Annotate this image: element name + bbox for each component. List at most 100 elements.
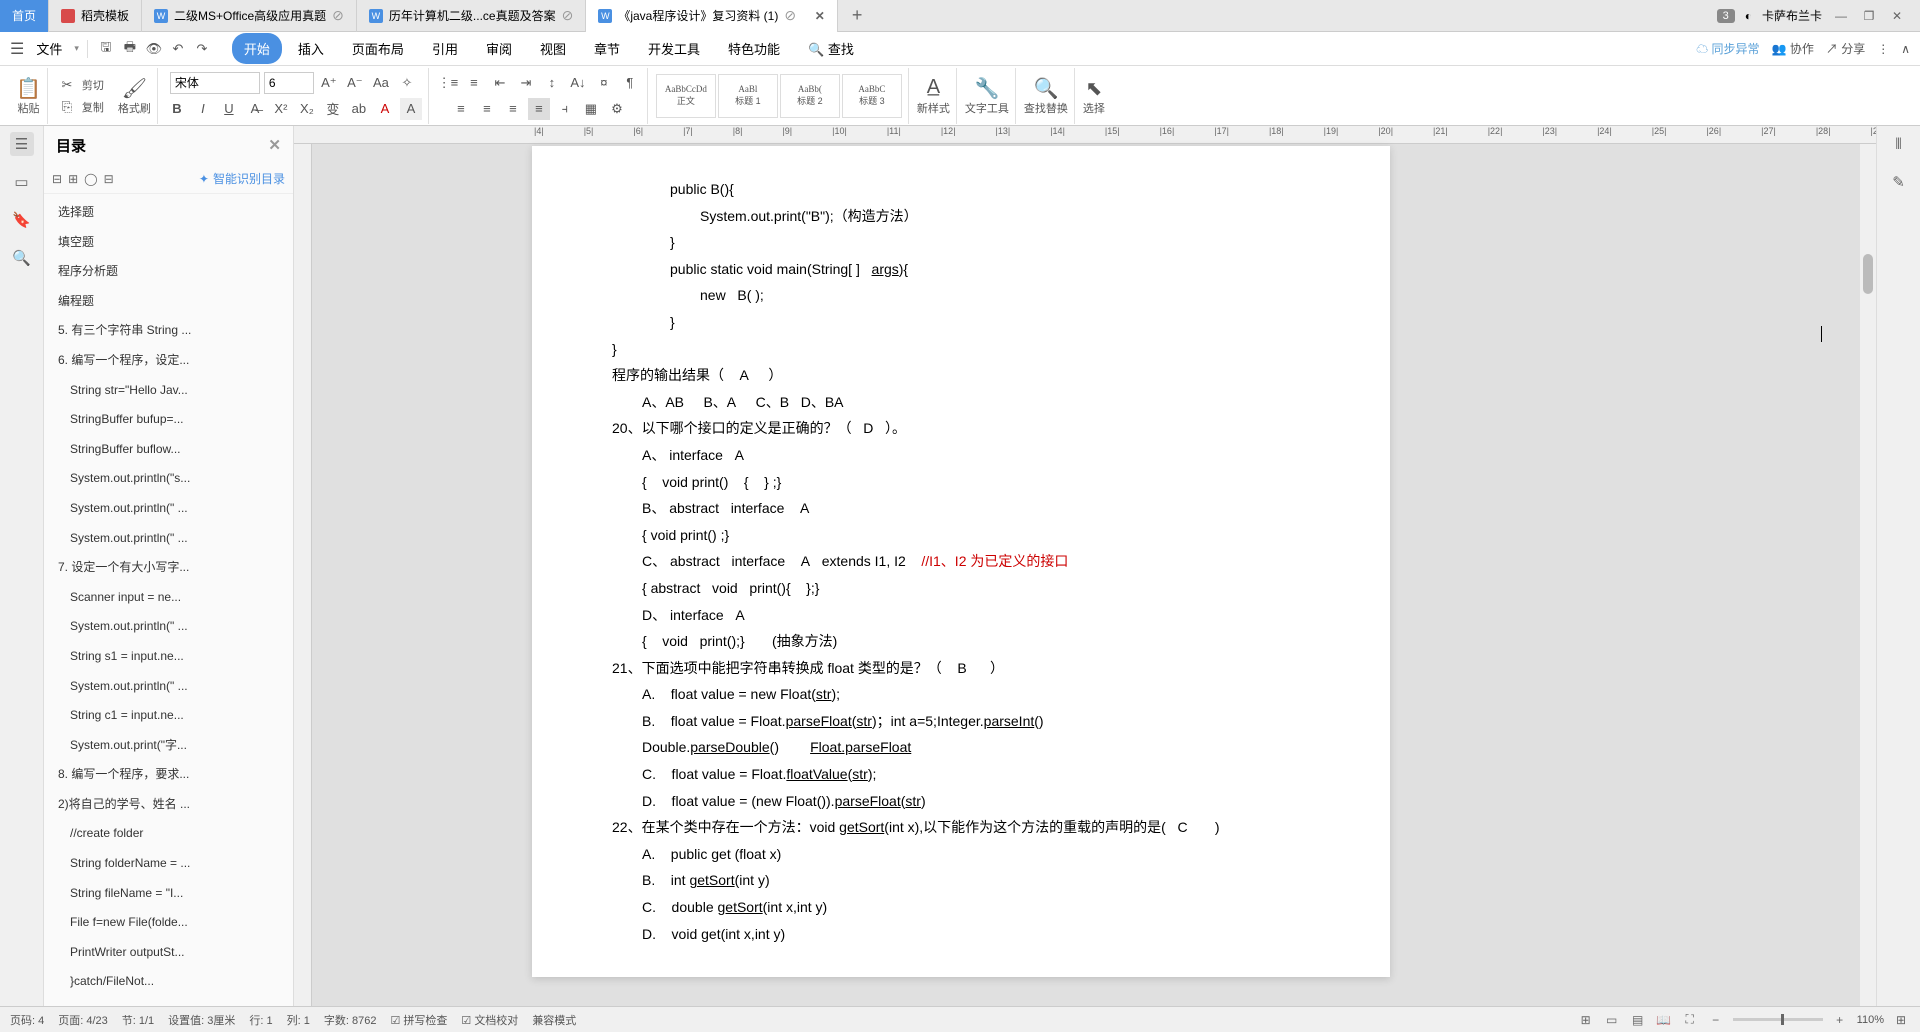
settings-rail-icon[interactable]: ⫴ xyxy=(1887,132,1911,156)
strikethrough-icon[interactable]: A̶ xyxy=(244,98,266,120)
toc-item[interactable]: System.out.println(" ... xyxy=(44,494,293,524)
toc-item[interactable]: 8. 编写一个程序，要求... xyxy=(44,760,293,790)
toc-item[interactable]: 程序分析题 xyxy=(44,257,293,287)
status-col[interactable]: 列: 1 xyxy=(287,1012,310,1028)
toc-expand-icon[interactable]: ⊞ xyxy=(68,172,78,186)
ribbon-tab-insert[interactable]: 插入 xyxy=(286,33,336,64)
status-compat[interactable]: 兼容模式 xyxy=(532,1012,576,1028)
zoom-in-icon[interactable]: + xyxy=(1831,1011,1849,1029)
subscript-icon[interactable]: X₂ xyxy=(296,98,318,120)
tab-add[interactable]: + xyxy=(838,5,877,26)
notification-badge[interactable]: 3 xyxy=(1717,9,1735,23)
user-name[interactable]: 卡萨布兰卡 xyxy=(1762,7,1822,24)
maximize-icon[interactable]: ❐ xyxy=(1860,9,1878,23)
bullets-icon[interactable]: ⋮≡ xyxy=(437,72,459,94)
minimize-icon[interactable]: — xyxy=(1832,9,1850,23)
status-pages[interactable]: 页面: 4/23 xyxy=(58,1012,108,1028)
redo-icon[interactable]: ↷ xyxy=(192,39,212,59)
toc-item[interactable]: 7. 设定一个有大小写字... xyxy=(44,553,293,583)
status-setval[interactable]: 设置值: 3厘米 xyxy=(168,1012,235,1028)
toc-item[interactable]: String s1 = input.ne... xyxy=(44,642,293,672)
bold-icon[interactable]: B xyxy=(166,98,188,120)
document-line[interactable]: 程序的输出结果（ A ） xyxy=(612,362,1310,389)
apps-icon[interactable]: ⊞ xyxy=(1892,1011,1910,1029)
toc-close-icon[interactable]: ✕ xyxy=(268,136,281,154)
paragraph-settings-icon[interactable]: ⚙ xyxy=(606,98,628,120)
document-line[interactable]: { void print() { } ;} xyxy=(612,469,1310,496)
style-h3[interactable]: AaBbC标题 3 xyxy=(842,74,902,118)
toc-item[interactable]: System.out.println(" ... xyxy=(44,612,293,642)
collab-button[interactable]: 👥 协作 xyxy=(1772,40,1814,57)
close-icon[interactable]: ✕ xyxy=(1888,9,1906,23)
view-outline-icon[interactable]: ▤ xyxy=(1629,1011,1647,1029)
document-line[interactable]: B、 abstract interface A xyxy=(612,495,1310,522)
hamburger-icon[interactable]: ☰ xyxy=(10,39,24,59)
document-line[interactable]: public static void main(String[ ] args){ xyxy=(612,256,1310,283)
superscript-icon[interactable]: X² xyxy=(270,98,292,120)
document-line[interactable]: C. double getSort(int x,int y) xyxy=(612,894,1310,921)
status-chars[interactable]: 字数: 8762 xyxy=(324,1012,377,1028)
vertical-scrollbar[interactable] xyxy=(1860,144,1876,1006)
scrollbar-thumb[interactable] xyxy=(1863,254,1873,294)
show-marks-icon[interactable]: ¶ xyxy=(619,72,641,94)
undo-icon[interactable]: ↶ xyxy=(168,39,188,59)
font-size-input[interactable] xyxy=(264,72,314,94)
vertical-ruler[interactable] xyxy=(294,144,312,1006)
toc-rail-icon[interactable]: ☰ xyxy=(10,132,34,156)
toc-item[interactable]: PrintWriter outputSt... xyxy=(44,938,293,968)
document-line[interactable]: } xyxy=(612,336,1310,363)
sync-status[interactable]: ☁ 同步异常 xyxy=(1696,40,1759,57)
tab-home[interactable]: 首页 xyxy=(0,0,49,32)
find-replace-group[interactable]: 🔍查找替换 xyxy=(1018,68,1075,124)
distributed-icon[interactable]: ⫞ xyxy=(554,98,576,120)
toc-collapse-icon[interactable]: ⊟ xyxy=(52,172,62,186)
print-icon[interactable]: 🖶 xyxy=(120,39,140,59)
document-line[interactable]: B. int getSort(int y) xyxy=(612,867,1310,894)
decrease-indent-icon[interactable]: ⇤ xyxy=(489,72,511,94)
align-justify-icon[interactable]: ≡ xyxy=(528,98,550,120)
document-line[interactable]: A、AB B、A C、B D、BA xyxy=(612,389,1310,416)
toc-item[interactable]: }catch/FileNot... xyxy=(44,967,293,997)
status-spellcheck[interactable]: ☑ 拼写检查 xyxy=(390,1012,447,1028)
document-page[interactable]: public B(){System.out.print("B");（构造方法）}… xyxy=(532,146,1390,977)
share-button[interactable]: ↗ 分享 xyxy=(1826,40,1865,57)
clear-format-icon[interactable]: ✧ xyxy=(396,72,418,94)
new-style-group[interactable]: A̲新样式 xyxy=(911,68,957,124)
document-line[interactable]: 20、以下哪个接口的定义是正确的？（ D ）。 xyxy=(612,415,1310,442)
collapse-ribbon-icon[interactable]: ⋮ xyxy=(1877,42,1889,56)
toc-item[interactable]: 编程题 xyxy=(44,287,293,317)
document-line[interactable]: 21、下面选项中能把字符串转换成 float 类型的是？（ B ） xyxy=(612,655,1310,682)
horizontal-ruler[interactable]: |4||5||6||7||8||9||10||11||12||13||14||1… xyxy=(294,126,1876,144)
document-line[interactable]: B. float value = Float.parseFloat(str)；i… xyxy=(612,708,1310,761)
document-line[interactable]: } xyxy=(612,309,1310,336)
document-line[interactable]: System.out.print("B");（构造方法） xyxy=(612,203,1310,230)
view-web-icon[interactable]: ⊞ xyxy=(1577,1011,1595,1029)
ribbon-tab-view[interactable]: 视图 xyxy=(528,33,578,64)
print-preview-icon[interactable]: 👁 xyxy=(144,39,164,59)
numbering-icon[interactable]: ≡ xyxy=(463,72,485,94)
tab-doc-2[interactable]: W历年计算机二级...ce真题及答案⊘ xyxy=(357,0,586,32)
document-line[interactable]: D、 interface A xyxy=(612,602,1310,629)
toc-item[interactable]: File f=new File(folde... xyxy=(44,908,293,938)
document-line[interactable]: C、 abstract interface A extends I1, I2 /… xyxy=(612,548,1310,575)
status-section[interactable]: 节: 1/1 xyxy=(122,1012,154,1028)
sort-icon[interactable]: A↓ xyxy=(567,72,589,94)
document-line[interactable]: { abstract void print(){ };} xyxy=(612,575,1310,602)
text-tools-group[interactable]: 🔧文字工具 xyxy=(959,68,1016,124)
highlight-icon[interactable]: ab xyxy=(348,98,370,120)
toc-item[interactable]: 选择题 xyxy=(44,198,293,228)
bookmark-rail-icon[interactable]: 🔖 xyxy=(10,208,34,232)
status-doccheck[interactable]: ☑ 文档校对 xyxy=(461,1012,518,1028)
zoom-thumb[interactable] xyxy=(1781,1014,1784,1025)
cut-icon[interactable]: ✂ xyxy=(56,74,78,96)
shading-icon[interactable]: A xyxy=(400,98,422,120)
search-rail-icon[interactable]: 🔍 xyxy=(10,246,34,270)
tab-doc-1[interactable]: W二级MS+Office高级应用真题⊘ xyxy=(142,0,357,32)
ribbon-tab-review[interactable]: 审阅 xyxy=(474,33,524,64)
toc-item[interactable]: String fileName = "I... xyxy=(44,879,293,909)
select-group[interactable]: ⬉选择 xyxy=(1077,68,1111,124)
document-line[interactable]: new B( ); xyxy=(612,282,1310,309)
italic-icon[interactable]: I xyxy=(192,98,214,120)
document-line[interactable]: D. float value = (new Float()).parseFloa… xyxy=(612,788,1310,815)
copy-icon[interactable]: ⎘ xyxy=(56,96,78,118)
